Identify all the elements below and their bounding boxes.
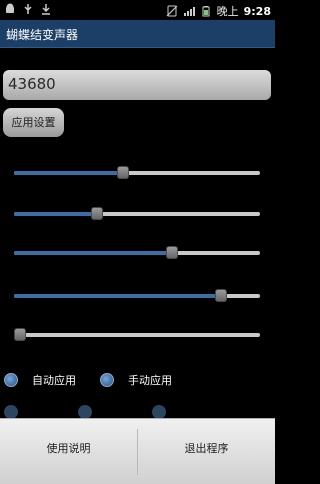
battery-icon — [202, 6, 210, 17]
no-sim-icon — [166, 5, 178, 17]
radio-button[interactable] — [4, 405, 18, 419]
menu-exit-button[interactable]: 退出程序 — [138, 419, 275, 484]
settings-button[interactable]: 应用设置 — [3, 108, 64, 137]
android-icon — [6, 3, 14, 13]
slider-thumb — [14, 328, 26, 341]
slider-5[interactable] — [14, 326, 260, 344]
radio-button[interactable] — [152, 405, 166, 419]
radio-auto-label: 自动应用 — [32, 374, 76, 387]
slider-thumb — [166, 246, 178, 259]
slider-thumb — [91, 207, 103, 220]
slider-thumb — [215, 289, 227, 302]
options-menu: 使用说明 退出程序 — [0, 418, 275, 484]
slider-2[interactable] — [14, 205, 260, 223]
slider-4[interactable] — [14, 287, 260, 305]
status-period: 晚上 — [216, 5, 239, 18]
hidden-radio-row — [0, 405, 275, 419]
usb-icon — [24, 4, 32, 14]
menu-help-button[interactable]: 使用说明 — [0, 419, 137, 484]
status-bar: 晚上 9:28 — [0, 0, 275, 20]
radio-button[interactable] — [4, 373, 18, 387]
radio-manual-label: 手动应用 — [128, 374, 172, 387]
slider-thumb — [117, 166, 129, 179]
radio-auto-apply[interactable]: 自动应用 — [4, 372, 76, 388]
title-bar: 蝴蝶结变声器 — [0, 20, 275, 48]
slider-1[interactable] — [14, 164, 260, 182]
app-title: 蝴蝶结变声器 — [6, 28, 79, 42]
app-screen: 晚上 9:28 蝴蝶结变声器 43680 应用设置 自动应用 手动应用 使用说明 — [0, 0, 275, 484]
download-icon — [42, 4, 50, 15]
slider-3[interactable] — [14, 244, 260, 262]
apply-mode-group: 自动应用 手动应用 — [0, 372, 275, 392]
radio-button[interactable] — [100, 373, 114, 387]
number-input[interactable]: 43680 — [3, 70, 271, 100]
status-time: 9:28 — [243, 4, 271, 18]
signal-icon — [183, 7, 195, 16]
radio-button[interactable] — [78, 405, 92, 419]
radio-manual-apply[interactable]: 手动应用 — [100, 372, 172, 388]
